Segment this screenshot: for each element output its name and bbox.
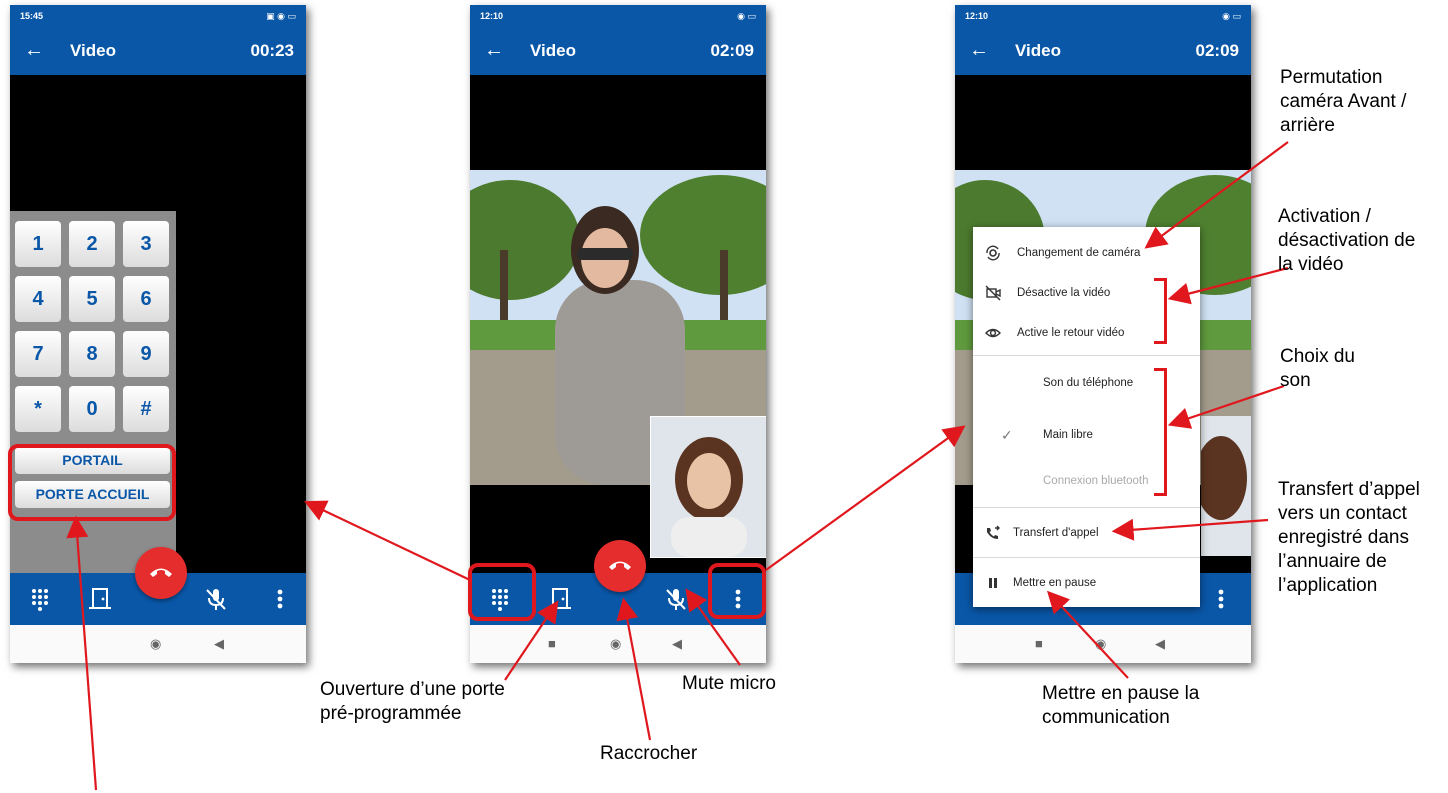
- callout-keypad-button: [468, 563, 536, 621]
- status-time: 12:10: [480, 11, 504, 21]
- app-bar: ← Video 02:09: [470, 27, 766, 75]
- local-video-image: [1201, 416, 1251, 556]
- key-star[interactable]: *: [15, 386, 61, 432]
- menu-divider: [973, 355, 1200, 356]
- key-3[interactable]: 3: [123, 221, 169, 267]
- status-icons: ▣ ◉ ▭: [266, 11, 296, 21]
- label-camera-switch: Permutation caméra Avant / arrière: [1280, 67, 1407, 136]
- eye-icon: [985, 328, 1001, 338]
- mic-off-icon[interactable]: [662, 585, 690, 613]
- home-nav-icon[interactable]: ◉: [1095, 636, 1106, 652]
- phone-menu-screen: 12:10 ◉ ▭ ← Video 02:09 ■ ◉ ◀ Changement…: [955, 5, 1251, 663]
- more-vert-icon[interactable]: [266, 585, 294, 613]
- system-navbar: ◉ ◀: [10, 625, 306, 663]
- menu-item-label: Changement de caméra: [1017, 247, 1141, 259]
- menu-item-label: Connexion bluetooth: [1043, 475, 1149, 487]
- callout-more-button: [708, 563, 766, 619]
- label-video-toggle: Activation / désactivation de la vidéo: [1278, 206, 1416, 275]
- arrow-keypad-to-phone1: [304, 500, 471, 581]
- key-9[interactable]: 9: [123, 331, 169, 377]
- label-hangup: Raccrocher: [600, 743, 698, 764]
- page-title: Video: [530, 41, 576, 60]
- menu-item-pause[interactable]: Mettre en pause: [973, 571, 1200, 595]
- key-1[interactable]: 1: [15, 221, 61, 267]
- menu-divider: [973, 557, 1200, 558]
- back-nav-icon[interactable]: ◀: [214, 636, 224, 652]
- app-bar: ← Video 00:23: [10, 27, 306, 75]
- key-6[interactable]: 6: [123, 276, 169, 322]
- status-bar: 12:10 ◉ ▭: [470, 5, 766, 27]
- call-timer: 00:23: [250, 41, 294, 60]
- back-nav-icon[interactable]: ◀: [672, 636, 682, 652]
- switch-camera-icon: [986, 245, 1000, 261]
- status-time: 12:10: [965, 11, 989, 21]
- hangup-button[interactable]: [594, 540, 646, 592]
- back-nav-icon[interactable]: ◀: [1155, 636, 1165, 652]
- videocam-off-icon: [985, 285, 1001, 301]
- mic-off-icon[interactable]: [202, 585, 230, 613]
- back-arrow-icon[interactable]: ←: [969, 38, 989, 62]
- key-4[interactable]: 4: [15, 276, 61, 322]
- home-nav-icon[interactable]: ◉: [610, 636, 621, 652]
- page-title: Video: [70, 41, 116, 60]
- menu-item-label: Son du téléphone: [1043, 377, 1134, 389]
- call-transfer-icon: [987, 525, 1000, 539]
- menu-item-label: Main libre: [1043, 429, 1093, 441]
- key-2[interactable]: 2: [69, 221, 115, 267]
- label-sound-choice: Choix du son: [1280, 346, 1355, 391]
- recents-nav-icon[interactable]: ■: [548, 636, 556, 652]
- check-icon: ✓: [1001, 427, 1013, 443]
- page-title: Video: [1015, 41, 1061, 60]
- phone-keypad-screen: 15:45 ▣ ◉ ▭ ← Video 00:23 1 2 3 4 5 6 7 …: [10, 5, 306, 663]
- arrow-more-to-menu: [765, 425, 966, 571]
- key-7[interactable]: 7: [15, 331, 61, 377]
- door-icon[interactable]: [546, 585, 574, 613]
- hangup-icon: [609, 561, 631, 570]
- menu-divider: [973, 507, 1200, 508]
- menu-item-switch-camera[interactable]: Changement de caméra: [973, 241, 1200, 265]
- back-arrow-icon[interactable]: ←: [484, 38, 504, 62]
- call-timer: 02:09: [1195, 41, 1239, 60]
- recents-nav-icon[interactable]: ■: [1035, 636, 1043, 652]
- key-5[interactable]: 5: [69, 276, 115, 322]
- label-transfer: Transfert d’appel vers un contact enregi…: [1278, 479, 1420, 596]
- menu-item-label: Mettre en pause: [1013, 577, 1097, 589]
- key-0[interactable]: 0: [69, 386, 115, 432]
- more-vert-icon[interactable]: [1207, 585, 1235, 613]
- door-icon[interactable]: [86, 585, 114, 613]
- key-hash[interactable]: #: [123, 386, 169, 432]
- keypad-icon[interactable]: [26, 585, 54, 613]
- local-video-preview: [1201, 416, 1251, 556]
- hangup-button[interactable]: [135, 547, 187, 599]
- status-bar: 12:10 ◉ ▭: [955, 5, 1251, 27]
- system-navbar: ■ ◉ ◀: [955, 625, 1251, 663]
- status-icons: ◉ ▭: [1222, 11, 1241, 21]
- label-mute: Mute micro: [682, 673, 776, 694]
- call-timer: 02:09: [710, 41, 754, 60]
- bracket-video-toggle: [1154, 278, 1167, 344]
- hangup-icon: [150, 568, 172, 577]
- status-bar: 15:45 ▣ ◉ ▭: [10, 5, 306, 27]
- label-pause: Mettre en pause la communication: [1042, 683, 1200, 728]
- menu-item-label: Active le retour vidéo: [1017, 327, 1125, 339]
- status-time: 15:45: [20, 11, 44, 21]
- menu-item-transfer[interactable]: Transfert d'appel: [973, 521, 1200, 545]
- system-navbar: ■ ◉ ◀: [470, 625, 766, 663]
- pause-icon: [989, 578, 997, 588]
- bracket-sound-choice: [1154, 368, 1167, 496]
- menu-item-label: Désactive la vidéo: [1017, 287, 1111, 299]
- back-arrow-icon[interactable]: ←: [24, 38, 44, 62]
- status-icons: ◉ ▭: [737, 11, 756, 21]
- home-nav-icon[interactable]: ◉: [150, 636, 161, 652]
- key-8[interactable]: 8: [69, 331, 115, 377]
- app-bar: ← Video 02:09: [955, 27, 1251, 75]
- local-video-image: [651, 417, 766, 557]
- local-video-preview: [650, 416, 766, 558]
- callout-door-buttons: [8, 444, 176, 521]
- label-open-door: Ouverture d’une porte pré-programmée: [320, 679, 505, 724]
- menu-item-label: Transfert d'appel: [1013, 527, 1099, 539]
